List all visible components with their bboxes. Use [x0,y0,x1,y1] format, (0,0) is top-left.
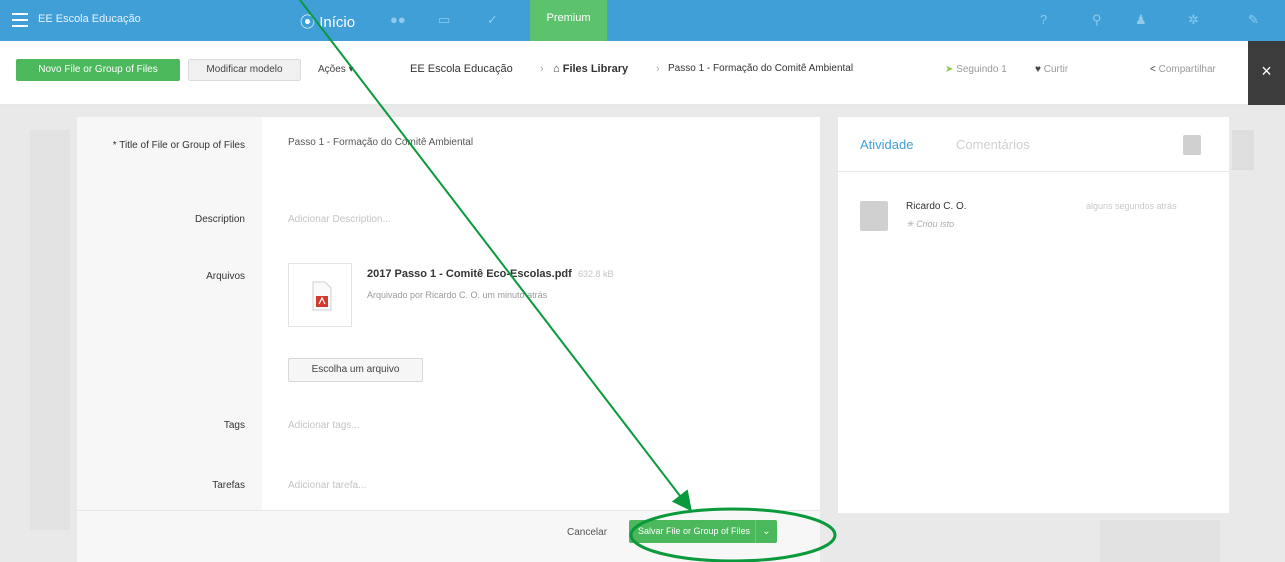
close-icon[interactable]: × [1248,41,1285,105]
description-input[interactable]: Adicionar Description... [288,214,391,225]
save-button[interactable]: Salvar File or Group of Files ⌄ [629,520,777,543]
activity-action: ✳ Criou isto [906,219,954,230]
workspace-name[interactable]: EE Escola Educação [38,13,141,25]
background-column [30,130,70,530]
activity-action-label: Criou isto [916,219,955,229]
file-upload-meta: Arquivado por Ricardo C. O. um minuto at… [367,290,548,300]
tags-field-label: Tags [223,420,245,431]
activity-timestamp: alguns segundos atrás [1086,201,1177,211]
tasks-icon[interactable]: ✓ [487,12,498,28]
pdf-icon [312,281,332,311]
breadcrumb-separator: › [656,63,660,75]
top-navigation-bar: EE Escola Educação ⦿ Início ●● ▭ ✓ Premi… [0,0,1285,41]
calendar-icon[interactable]: ▭ [438,12,450,28]
file-size: 632.8 kB [578,269,614,279]
tasks-input[interactable]: Adicionar tarefa... [288,480,366,491]
new-file-button[interactable]: Novo File or Group of Files [16,59,180,81]
choose-file-button[interactable]: Escolha um arquivo [288,358,423,382]
description-field-label: Description [194,214,245,225]
chevron-down-icon[interactable]: ⌄ [755,520,777,543]
tags-input[interactable]: Adicionar tags... [288,420,360,431]
background-block [1100,520,1220,562]
search-icon[interactable]: ⚲ [1092,12,1102,28]
breadcrumb-files-library-label: Files Library [562,63,629,75]
files-field-label: Arquivos [206,271,245,282]
actions-dropdown[interactable]: Ações ▾ [318,64,354,75]
help-icon[interactable]: ? [1040,12,1047,27]
tools-icon[interactable]: ✎ [1248,12,1259,28]
activity-user-name[interactable]: Ricardo C. O. [906,201,967,212]
heart-icon: ♥ [1035,64,1041,75]
form-label-column [77,117,262,562]
user-icon[interactable]: ♟ [1135,12,1147,28]
like-button[interactable]: ♥ Curtir [1035,64,1068,75]
avatar-icon[interactable] [1183,135,1201,155]
breadcrumb-separator: › [540,63,544,75]
breadcrumb-files-library[interactable]: ⌂ Files Library [553,63,628,75]
tasks-field-label: Tarefas [212,480,245,491]
title-input[interactable]: Passo 1 - Formação do Comitê Ambiental [288,137,473,148]
like-label: Curtir [1043,64,1069,75]
tab-comments[interactable]: Comentários [956,137,1030,152]
follow-button[interactable]: ➤ Seguindo 1 [945,64,1007,75]
background-grid-icon [1232,130,1254,170]
activity-tabs: Atividade Comentários [838,117,1229,172]
file-name-link[interactable]: 2017 Passo 1 - Comitê Eco-Escolas.pdf [367,268,572,280]
form-footer: Cancelar Salvar File or Group of Files ⌄ [77,510,820,562]
tab-activity[interactable]: Atividade [860,137,913,152]
follow-count: 1 [1001,64,1007,75]
action-bar: Novo File or Group of Files Modificar mo… [0,41,1285,105]
location-pin-icon: ⦿ [300,14,316,31]
file-thumbnail[interactable] [288,263,352,327]
activity-panel: Atividade Comentários Ricardo C. O. ✳ Cr… [838,117,1229,513]
folder-icon: ⌂ [553,63,560,75]
star-icon: ✳ [906,219,914,229]
modify-template-button[interactable]: Modificar modelo [188,59,301,81]
premium-button[interactable]: Premium [530,0,607,41]
share-icon: < [1150,64,1156,75]
cancel-button[interactable]: Cancelar [567,527,607,538]
actions-label: Ações [318,64,346,75]
breadcrumb-current-item: Passo 1 - Formação do Comitê Ambiental [668,63,854,74]
title-field-label: * Title of File or Group of Files [112,140,245,151]
home-link[interactable]: ⦿ Início [300,11,355,32]
share-button[interactable]: < Compartilhar [1150,64,1216,75]
hamburger-menu-icon[interactable] [12,13,28,27]
file-edit-form: * Title of File or Group of Files Passo … [77,117,820,562]
share-label: Compartilhar [1158,64,1216,75]
follow-label: Seguindo [956,64,999,75]
follow-icon: ➤ [945,64,954,75]
users-icon[interactable]: ●● [390,12,406,27]
add-user-icon[interactable]: ✲ [1188,12,1199,28]
home-label: Início [319,14,356,31]
user-avatar [860,201,888,231]
save-button-label: Salvar File or Group of Files [638,526,751,536]
breadcrumb-workspace[interactable]: EE Escola Educação [410,63,513,75]
